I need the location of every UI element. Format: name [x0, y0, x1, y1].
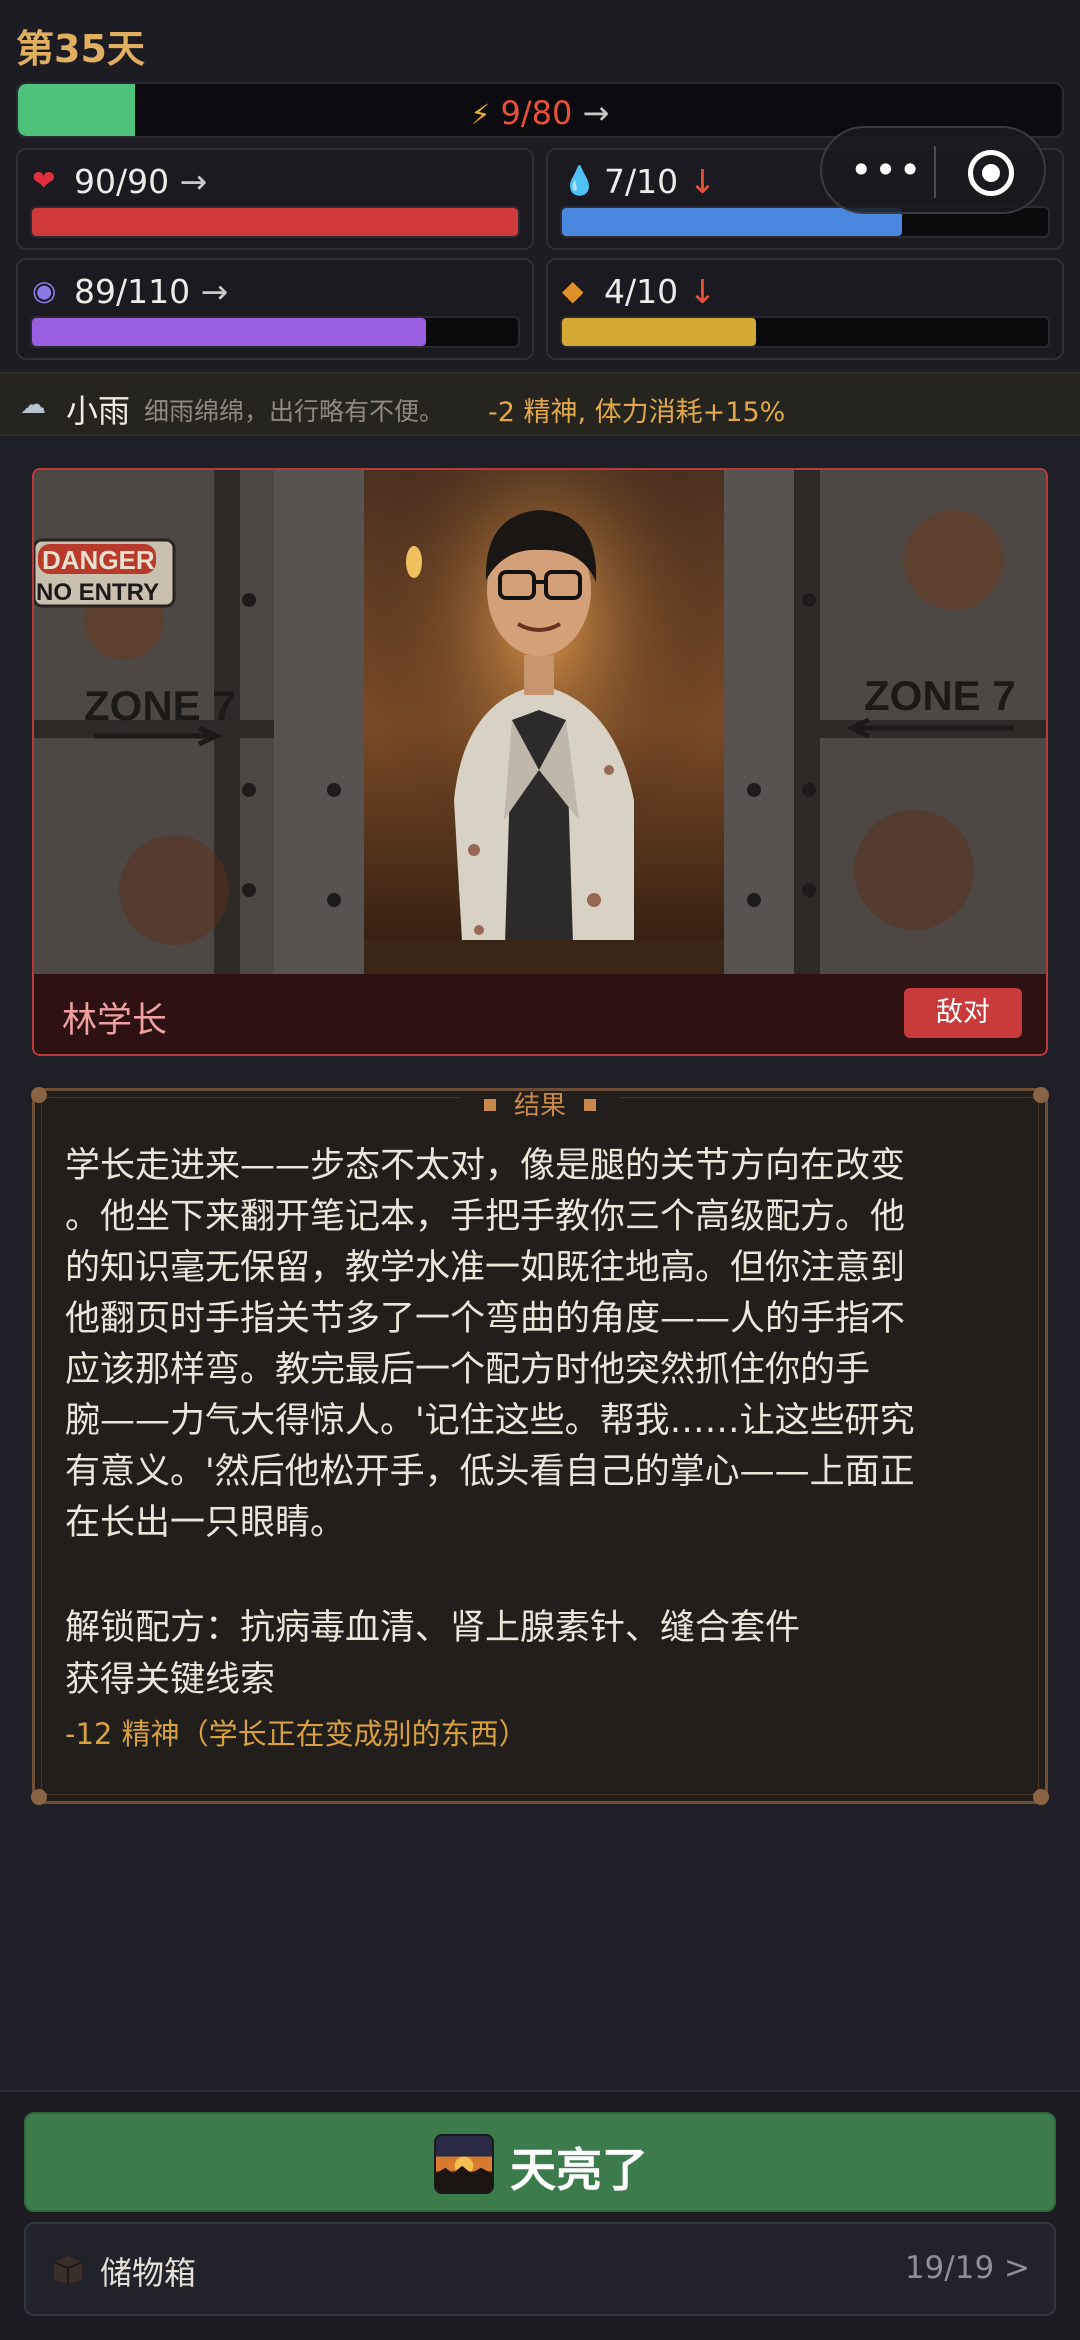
storage-count: 19/19 >: [904, 2250, 1030, 2286]
weather-description: 细雨绵绵，出行略有不便。: [144, 397, 445, 426]
water-drop-icon: 💧: [562, 164, 597, 197]
more-dots-icon[interactable]: •••: [850, 148, 923, 192]
sanity-penalty: -12 精神（学长正在变成别的东西）: [65, 1717, 528, 1751]
heart-icon: ❤: [32, 164, 56, 197]
encounter-card[interactable]: DANGER NO ENTRY ZONE 7 ZONE 7 林学长 敌对: [32, 468, 1048, 1056]
sanity-bar: [30, 316, 520, 348]
food-value: 4/10 ↓: [604, 272, 717, 311]
lightning-icon: ⚡: [470, 98, 491, 131]
rain-cloud-icon: ☁: [20, 390, 46, 420]
zone-right-text: ZONE 7: [864, 672, 1016, 719]
health-bar-fill: [32, 208, 518, 236]
menu-capsule: •••: [820, 126, 1046, 214]
health-bar: [30, 206, 520, 238]
status-header: 第35天 ⚡ 9/80 → ❤ 90/90 → 💧 7/10 ↓ ◉ 89/11…: [0, 0, 1080, 370]
danger-sign-text: DANGER: [42, 545, 155, 575]
dawn-label: 天亮了: [510, 2143, 648, 2197]
day-counter: 第35天: [16, 27, 145, 71]
storage-box-icon: [53, 2256, 83, 2284]
zone-left-text: ZONE 7: [84, 682, 236, 729]
sanity-value: 89/110 →: [74, 272, 229, 311]
weather-name: 小雨: [66, 392, 131, 430]
food-bar-fill: [562, 318, 757, 346]
storage-label: 储物箱: [100, 2254, 197, 2292]
result-title-text: 结果: [513, 1091, 566, 1121]
energy-value: 9/80: [500, 94, 573, 132]
water-trend: ↓: [688, 162, 717, 201]
stat-food: ◆ 4/10 ↓: [546, 258, 1064, 360]
target-icon[interactable]: [968, 150, 1014, 196]
sanity-bar-fill: [32, 318, 426, 346]
action-panel: 天亮了 储物箱 19/19 >: [0, 2090, 1080, 2340]
food-bar: [560, 316, 1050, 348]
npc-name: 林学长: [62, 1001, 168, 1041]
corner-ornament: [1033, 1789, 1049, 1805]
weather-effect: -2 精神, 体力消耗+15%: [488, 397, 786, 428]
dawn-button[interactable]: 天亮了: [24, 2112, 1056, 2212]
hostile-badge: 敌对: [904, 988, 1022, 1038]
result-title: 结果: [35, 1085, 1045, 1122]
result-panel: 结果 学长走进来——步态不太对，像是腿的关节方向在改变 。他坐下来翻开笔记本，手…: [31, 1085, 1049, 1805]
npc-portrait: DANGER NO ENTRY ZONE 7 ZONE 7: [34, 470, 1046, 976]
water-value: 7/10 ↓: [604, 162, 717, 201]
corner-ornament: [31, 1789, 47, 1805]
title-ornament: [483, 1098, 496, 1111]
encounter-footer: 林学长 敌对: [34, 974, 1046, 1054]
food-trend: ↓: [688, 272, 717, 311]
result-story: 学长走进来——步态不太对，像是腿的关节方向在改变 。他坐下来翻开笔记本，手把手教…: [65, 1146, 915, 1543]
health-trend: →: [179, 162, 208, 201]
sunrise-icon: [434, 2134, 494, 2194]
title-ornament: [584, 1098, 596, 1111]
brain-icon: ◉: [32, 274, 57, 307]
stat-sanity: ◉ 89/110 →: [16, 258, 534, 360]
no-entry-sign-text: NO ENTRY: [36, 579, 159, 606]
stat-health: ❤ 90/90 →: [16, 148, 534, 250]
unlock-recipes: 解锁配方：抗病毒血清、肾上腺素针、缝合套件: [65, 1608, 801, 1648]
clue-gained: 获得关键线索: [65, 1660, 276, 1700]
weather-banner: ☁ 小雨 细雨绵绵，出行略有不便。 -2 精神, 体力消耗+15%: [0, 372, 1080, 436]
health-value: 90/90 →: [74, 162, 208, 201]
sanity-trend: →: [200, 272, 229, 311]
storage-row[interactable]: 储物箱 19/19 >: [24, 2222, 1056, 2316]
food-icon: ◆: [562, 274, 584, 307]
capsule-divider: [934, 146, 936, 198]
energy-trend: →: [582, 94, 610, 132]
